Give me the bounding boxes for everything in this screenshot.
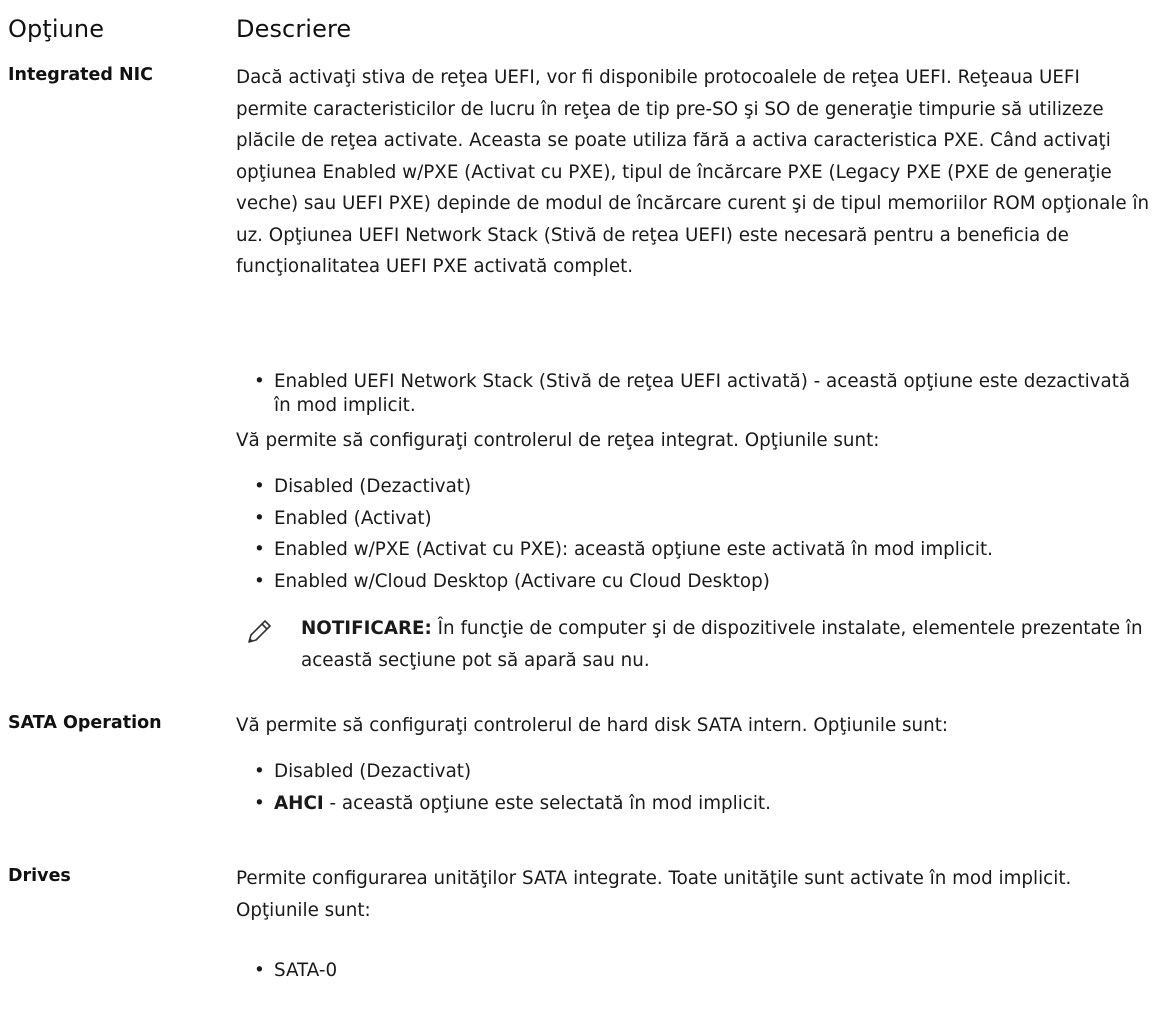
integrated-nic-description: Dacă activaţi stiva de reţea UEFI, vor f… xyxy=(236,67,1150,277)
ahci-description: - această opţiune este selectată în mod … xyxy=(323,792,771,814)
note-label: NOTIFICARE: xyxy=(301,618,432,639)
uefi-stack-list: Enabled UEFI Network Stack (Stivă de reţ… xyxy=(254,370,1149,418)
list-item: Disabled (Dezactivat) xyxy=(254,471,1149,503)
column-header-option: Opţiune xyxy=(8,15,105,43)
page: { "header": { "option": "Opţiune", "desc… xyxy=(0,0,1157,1011)
option-label-integrated-nic: Integrated NIC xyxy=(8,65,154,85)
column-header-description: Descriere xyxy=(236,15,352,43)
nic-options-list: Disabled (Dezactivat) Enabled (Activat) … xyxy=(254,471,1149,597)
note-text: NOTIFICARE: În funcţie de computer şi de… xyxy=(301,613,1151,676)
nic-configure-text: Vă permite să configuraţi controlerul de… xyxy=(236,430,880,451)
list-item: Enabled w/Cloud Desktop (Activare cu Clo… xyxy=(254,566,1149,598)
sata-operation-description: Vă permite să configuraţi controlerul de… xyxy=(236,715,949,736)
option-label-sata-operation: SATA Operation xyxy=(8,713,162,733)
list-item: SATA-0 xyxy=(254,955,1149,987)
drives-description: Permite configurarea unităţilor SATA int… xyxy=(236,868,1072,921)
list-item: Enabled (Activat) xyxy=(254,503,1149,535)
drives-options-list: SATA-0 xyxy=(254,955,1149,987)
option-label-drives: Drives xyxy=(8,866,71,886)
list-item: AHCI - această opţiune este selectată în… xyxy=(254,788,1149,820)
pencil-note-icon xyxy=(246,617,274,645)
ahci-label: AHCI xyxy=(274,792,324,814)
list-item: Enabled UEFI Network Stack (Stivă de reţ… xyxy=(254,370,1149,418)
list-item: Disabled (Dezactivat) xyxy=(254,756,1149,788)
list-item: Enabled w/PXE (Activat cu PXE): această … xyxy=(254,534,1149,566)
sata-options-list: Disabled (Dezactivat) AHCI - această opţ… xyxy=(254,756,1149,819)
